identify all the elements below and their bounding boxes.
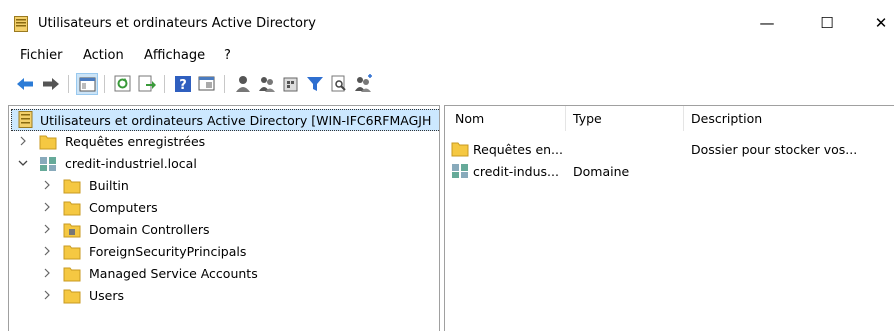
tree-label: Users	[89, 288, 125, 303]
export-list-icon[interactable]	[136, 73, 158, 95]
chevron-right-icon[interactable]	[41, 289, 53, 301]
folder-icon	[63, 265, 81, 282]
chevron-right-icon[interactable]	[41, 245, 53, 257]
tree-item-users[interactable]: Users	[11, 285, 439, 307]
menu-fichier[interactable]: Fichier	[20, 48, 63, 63]
details-list: Nom Type Description Requêtes en... Doss…	[444, 105, 894, 331]
folder-icon	[63, 199, 81, 216]
ou-folder-icon	[63, 221, 81, 238]
tree-item-foreign-security-principals[interactable]: ForeignSecurityPrincipals	[11, 241, 439, 263]
tree-label: Domain Controllers	[89, 222, 210, 237]
help-icon[interactable]: ?	[172, 73, 194, 95]
tree-root-label: Utilisateurs et ordinateurs Active Direc…	[40, 113, 432, 128]
forward-arrow-icon[interactable]	[40, 73, 62, 95]
tree-item-domain-controllers[interactable]: Domain Controllers	[11, 219, 439, 241]
list-cell-type: Domaine	[573, 164, 630, 179]
tree-item-computers[interactable]: Computers	[11, 197, 439, 219]
new-user-icon[interactable]	[232, 73, 254, 95]
list-item[interactable]: Requêtes en... Dossier pour stocker vos.…	[445, 138, 894, 160]
folder-icon	[63, 243, 81, 260]
tree-item-root[interactable]: Utilisateurs et ordinateurs Active Direc…	[11, 109, 439, 131]
console-tree: Utilisateurs et ordinateurs Active Direc…	[8, 105, 440, 331]
chevron-right-icon[interactable]	[41, 179, 53, 191]
list-cell-name: credit-indus...	[473, 164, 559, 179]
list-item[interactable]: credit-indus... Domaine	[445, 160, 894, 182]
tree-item-builtin[interactable]: Builtin	[11, 175, 439, 197]
folder-icon	[63, 287, 81, 304]
new-group-icon[interactable]	[256, 73, 278, 95]
tree-label: Managed Service Accounts	[89, 266, 258, 281]
domain-icon	[451, 162, 469, 179]
menu-help[interactable]: ?	[224, 48, 231, 63]
properties-icon[interactable]	[196, 73, 218, 95]
chevron-right-icon[interactable]	[41, 201, 53, 213]
column-header-description[interactable]: Description	[691, 106, 762, 131]
minimize-button[interactable]: —	[744, 6, 790, 40]
column-header-type[interactable]: Type	[573, 106, 602, 131]
tree-label: ForeignSecurityPrincipals	[89, 244, 247, 259]
maximize-button[interactable]: ☐	[804, 6, 850, 40]
list-cell-name: Requêtes en...	[473, 142, 563, 157]
tree-item-managed-service-accounts[interactable]: Managed Service Accounts	[11, 263, 439, 285]
tree-label: credit-industriel.local	[65, 156, 197, 171]
tree-item-domain[interactable]: credit-industriel.local	[11, 153, 439, 175]
folder-icon	[63, 177, 81, 194]
chevron-right-icon[interactable]	[41, 223, 53, 235]
column-header-name[interactable]: Nom	[455, 106, 484, 131]
tree-label: Builtin	[89, 178, 129, 193]
chevron-right-icon[interactable]	[17, 135, 29, 147]
tree-item-saved-queries[interactable]: Requêtes enregistrées	[11, 131, 439, 153]
add-to-group-icon[interactable]	[352, 73, 374, 95]
menu-affichage[interactable]: Affichage	[144, 48, 205, 63]
back-arrow-icon[interactable]	[14, 73, 36, 95]
window-title: Utilisateurs et ordinateurs Active Direc…	[38, 16, 316, 31]
refresh-icon[interactable]	[112, 73, 134, 95]
app-icon	[14, 16, 28, 32]
folder-icon	[39, 133, 57, 150]
menu-action[interactable]: Action	[83, 48, 124, 63]
toolbar: ?	[0, 70, 894, 100]
filter-icon[interactable]	[304, 73, 326, 95]
domain-icon	[39, 155, 57, 172]
chevron-down-icon[interactable]	[17, 157, 29, 169]
find-icon[interactable]	[328, 73, 350, 95]
folder-icon	[451, 140, 469, 157]
title-bar: Utilisateurs et ordinateurs Active Direc…	[0, 0, 894, 44]
ad-console-icon	[18, 111, 36, 128]
tree-label: Computers	[89, 200, 158, 215]
svg-text:?: ?	[179, 78, 187, 93]
console-tree-icon[interactable]	[76, 73, 98, 95]
list-cell-description: Dossier pour stocker vos...	[691, 142, 858, 157]
menu-bar: Fichier Action Affichage ?	[0, 44, 894, 68]
close-button[interactable]: ✕	[858, 6, 894, 40]
new-ou-icon[interactable]	[280, 73, 302, 95]
tree-label: Requêtes enregistrées	[65, 134, 206, 149]
chevron-right-icon[interactable]	[41, 267, 53, 279]
